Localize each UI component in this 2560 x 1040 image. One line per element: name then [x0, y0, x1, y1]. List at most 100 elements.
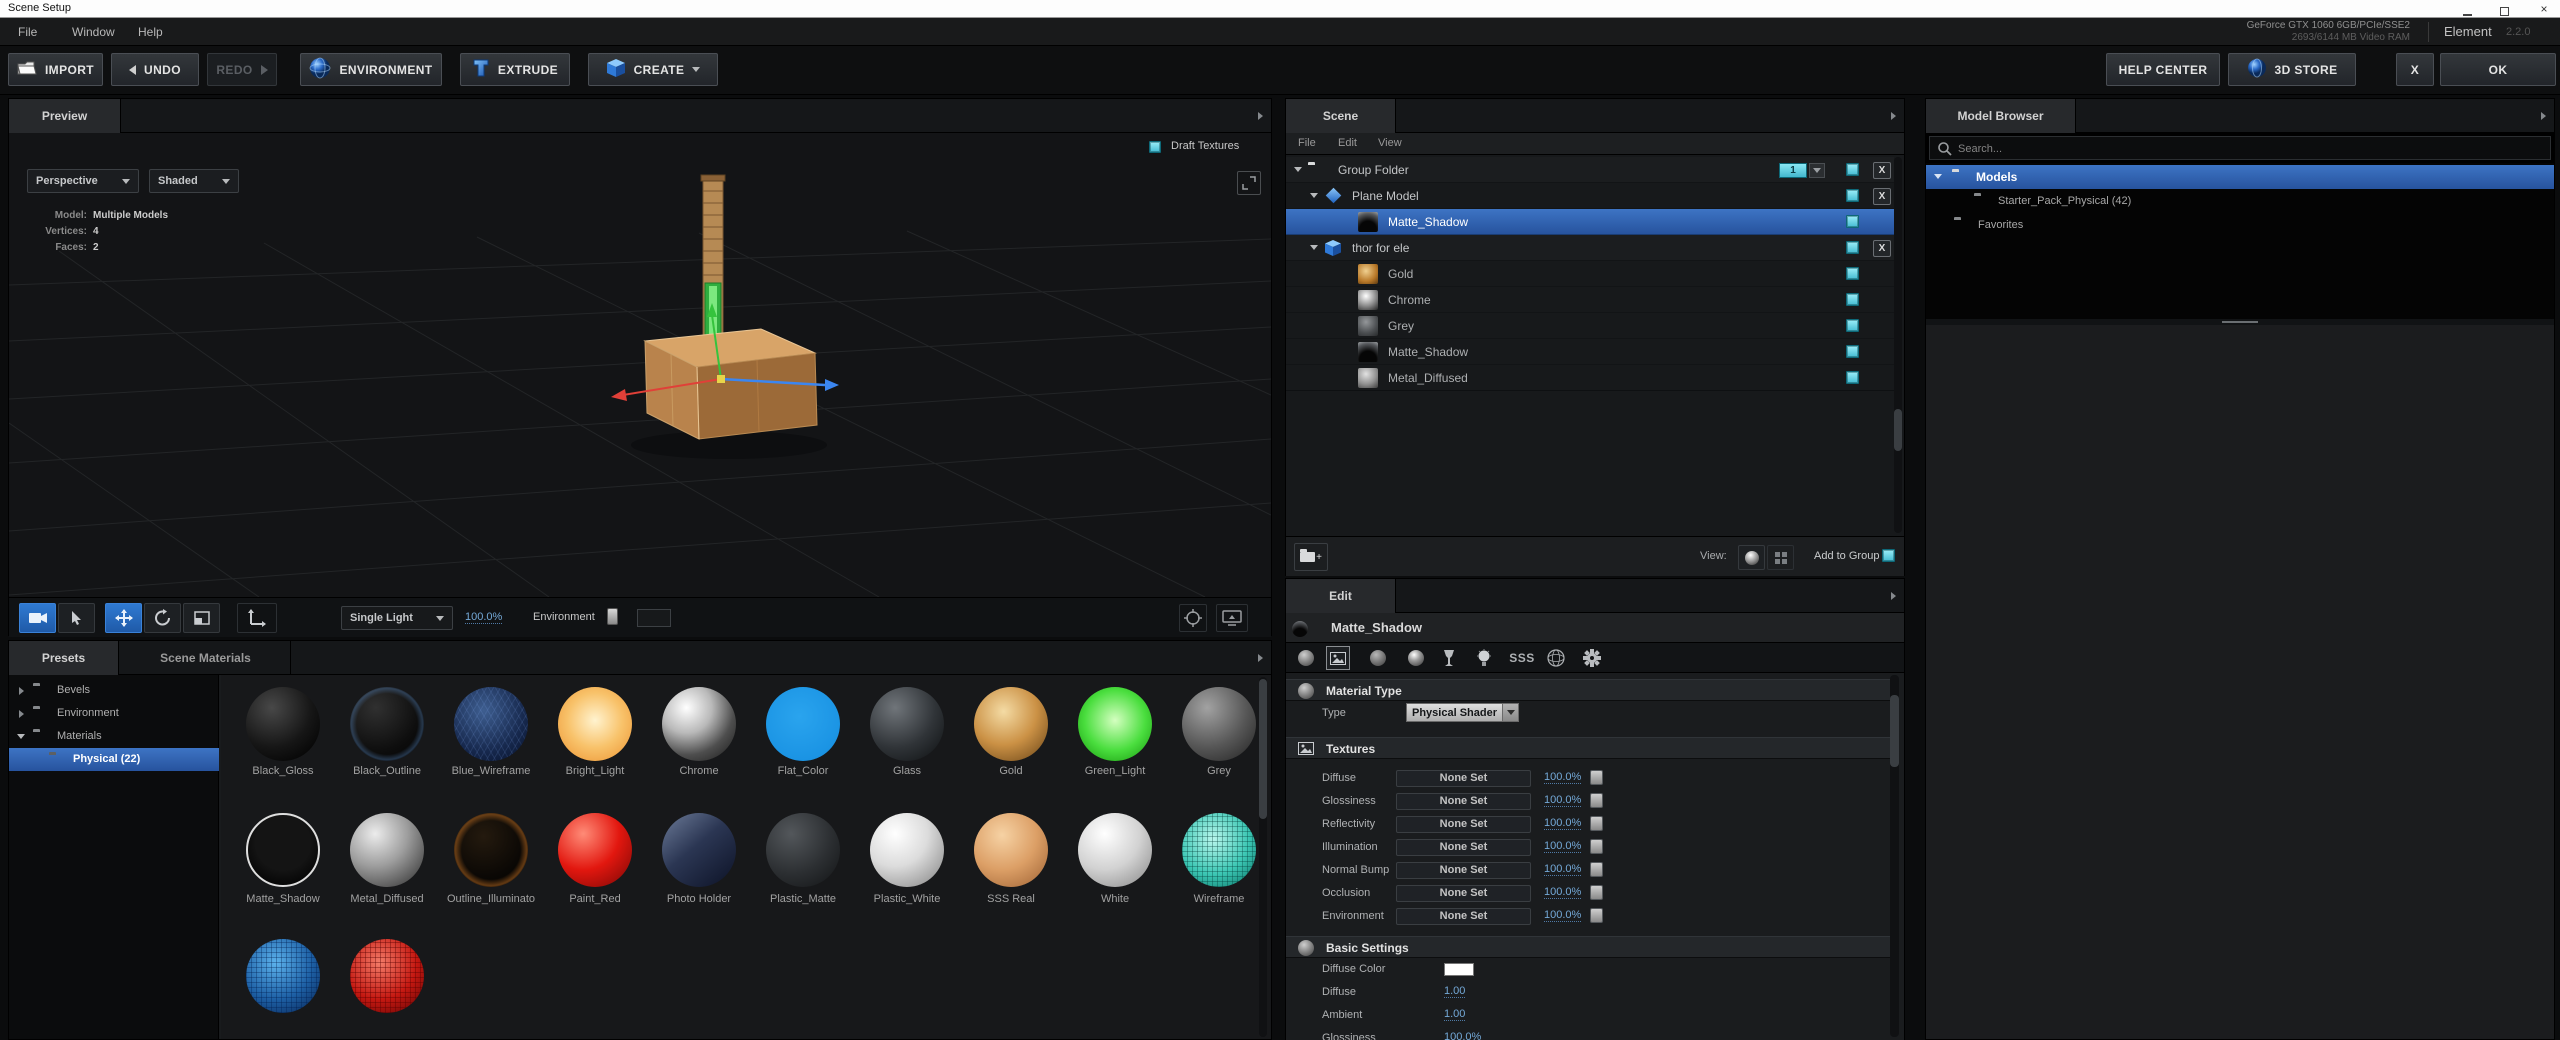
settings-gear-icon[interactable]	[1580, 646, 1604, 670]
material-sphere[interactable]	[246, 939, 320, 1013]
texture-channel-icon[interactable]	[1590, 885, 1603, 900]
material-sphere[interactable]	[558, 687, 632, 761]
material-sphere[interactable]	[870, 813, 944, 887]
textures-section-icon[interactable]	[1326, 646, 1350, 670]
extrude-button[interactable]: EXTRUDE	[460, 53, 570, 86]
texture-slot-button[interactable]: None Set	[1396, 885, 1531, 902]
material-sphere[interactable]	[454, 687, 528, 761]
scene-row-chrome[interactable]: Chrome	[1286, 287, 1894, 313]
scene-menu-file[interactable]: File	[1298, 137, 1316, 149]
redo-button[interactable]: REDO	[207, 53, 277, 86]
create-button[interactable]: CREATE	[588, 53, 718, 86]
material-sphere[interactable]	[350, 813, 424, 887]
texture-amount-value[interactable]: 100.0%	[1544, 794, 1582, 807]
material-sphere[interactable]	[350, 939, 424, 1013]
material-sphere[interactable]	[350, 687, 424, 761]
view-grid-button[interactable]	[1767, 545, 1794, 570]
panel-arrow-icon[interactable]	[1258, 112, 1263, 120]
texture-slot-button[interactable]: None Set	[1396, 793, 1531, 810]
import-button[interactable]: IMPORT	[8, 53, 103, 86]
material-sphere[interactable]	[1078, 813, 1152, 887]
environment-color-swatch[interactable]	[637, 609, 671, 627]
select-tool-button[interactable]	[58, 603, 95, 633]
maximize-button[interactable]	[2492, 3, 2516, 16]
visibility-checkbox[interactable]	[1846, 319, 1859, 332]
group-count-field[interactable]: 1	[1779, 163, 1807, 178]
material-sphere[interactable]	[1182, 687, 1256, 761]
panel-arrow-icon[interactable]	[1891, 592, 1896, 600]
glass-section-icon[interactable]	[1437, 646, 1461, 670]
minimize-button[interactable]	[2455, 3, 2479, 16]
texture-slot-button[interactable]: None Set	[1396, 839, 1531, 856]
tree-item-materials[interactable]: Materials	[9, 725, 219, 748]
texture-amount-value[interactable]: 100.0%	[1544, 817, 1582, 830]
tree-item-favorites[interactable]: Favorites	[1926, 213, 2554, 237]
material-sphere[interactable]	[974, 687, 1048, 761]
scene-row-matte-shadow[interactable]: Matte_Shadow	[1286, 339, 1894, 365]
tree-item-starter-pack[interactable]: Starter_Pack_Physical (42)	[1926, 189, 2554, 213]
material-sphere[interactable]	[454, 813, 528, 887]
scene-menu-view[interactable]: View	[1378, 137, 1402, 149]
visibility-checkbox[interactable]	[1846, 189, 1859, 202]
add-to-group-checkbox[interactable]	[1882, 549, 1895, 562]
search-input[interactable]	[1958, 139, 2518, 159]
light-intensity-value[interactable]: 100.0%	[465, 611, 503, 624]
camera-mode-dropdown[interactable]: Perspective	[27, 169, 139, 193]
scrollbar-thumb[interactable]	[1890, 695, 1899, 767]
environment-toggle[interactable]	[607, 608, 618, 625]
scene-scrollbar[interactable]	[1894, 157, 1902, 533]
texture-channel-icon[interactable]	[1590, 816, 1603, 831]
texture-channel-icon[interactable]	[1590, 862, 1603, 877]
camera-tool-button[interactable]	[19, 603, 56, 633]
close-button[interactable]: ×	[2532, 3, 2556, 16]
texture-channel-icon[interactable]	[1590, 770, 1603, 785]
tab-preview[interactable]: Preview	[9, 99, 121, 133]
fullscreen-button[interactable]	[1237, 171, 1261, 195]
light-mode-dropdown[interactable]: Single Light	[341, 606, 453, 630]
menu-help[interactable]: Help	[132, 18, 169, 46]
material-sphere[interactable]	[246, 813, 320, 887]
material-sphere[interactable]	[870, 687, 944, 761]
texture-amount-value[interactable]: 100.0%	[1544, 863, 1582, 876]
tab-model-browser[interactable]: Model Browser	[1926, 99, 2076, 133]
display-output-button[interactable]	[1216, 604, 1248, 632]
help-center-button[interactable]: HELP CENTER	[2106, 53, 2220, 86]
material-sphere[interactable]	[974, 813, 1048, 887]
diffuse-value[interactable]: 1.00	[1444, 985, 1466, 998]
visibility-checkbox[interactable]	[1846, 293, 1859, 306]
caret-down-icon[interactable]	[1310, 245, 1318, 250]
texture-amount-value[interactable]: 100.0%	[1544, 909, 1582, 922]
center-view-button[interactable]	[1179, 604, 1207, 632]
texture-slot-button[interactable]: None Set	[1396, 770, 1531, 787]
material-sphere[interactable]	[1078, 687, 1152, 761]
visibility-checkbox[interactable]	[1846, 345, 1859, 358]
panel-arrow-icon[interactable]	[1258, 654, 1263, 662]
tab-scene-materials[interactable]: Scene Materials	[121, 641, 291, 675]
texture-amount-value[interactable]: 100.0%	[1544, 886, 1582, 899]
visibility-checkbox[interactable]	[1846, 267, 1859, 280]
store-button[interactable]: 3D STORE	[2228, 53, 2356, 86]
texture-channel-icon[interactable]	[1590, 793, 1603, 808]
material-type-header[interactable]: Material Type	[1286, 679, 1892, 701]
scene-row-matte-shadow-selected[interactable]: Matte_Shadow	[1286, 209, 1894, 235]
tree-item-environment[interactable]: Environment	[9, 702, 219, 725]
material-sphere[interactable]	[1182, 813, 1256, 887]
material-sphere[interactable]	[662, 813, 736, 887]
add-group-folder-button[interactable]: +	[1294, 543, 1328, 571]
material-sphere[interactable]	[558, 813, 632, 887]
draft-textures-checkbox[interactable]	[1149, 141, 1161, 153]
visibility-checkbox[interactable]	[1846, 163, 1859, 176]
edit-scrollbar[interactable]	[1890, 675, 1899, 1037]
delete-button[interactable]: X	[1873, 188, 1891, 205]
tree-item-models[interactable]: Models	[1926, 165, 2554, 189]
cancel-button[interactable]: X	[2396, 53, 2434, 86]
shader-type-dropdown[interactable]: Physical Shader	[1406, 703, 1519, 722]
scrollbar-thumb[interactable]	[1259, 679, 1267, 819]
scene-menu-edit[interactable]: Edit	[1338, 137, 1357, 149]
panel-arrow-icon[interactable]	[2541, 112, 2546, 120]
tab-edit[interactable]: Edit	[1286, 579, 1396, 613]
panel-arrow-icon[interactable]	[1891, 112, 1896, 120]
undo-button[interactable]: UNDO	[111, 53, 199, 86]
move-tool-button[interactable]	[105, 603, 142, 633]
sss-section-icon[interactable]: SSS	[1506, 646, 1538, 670]
